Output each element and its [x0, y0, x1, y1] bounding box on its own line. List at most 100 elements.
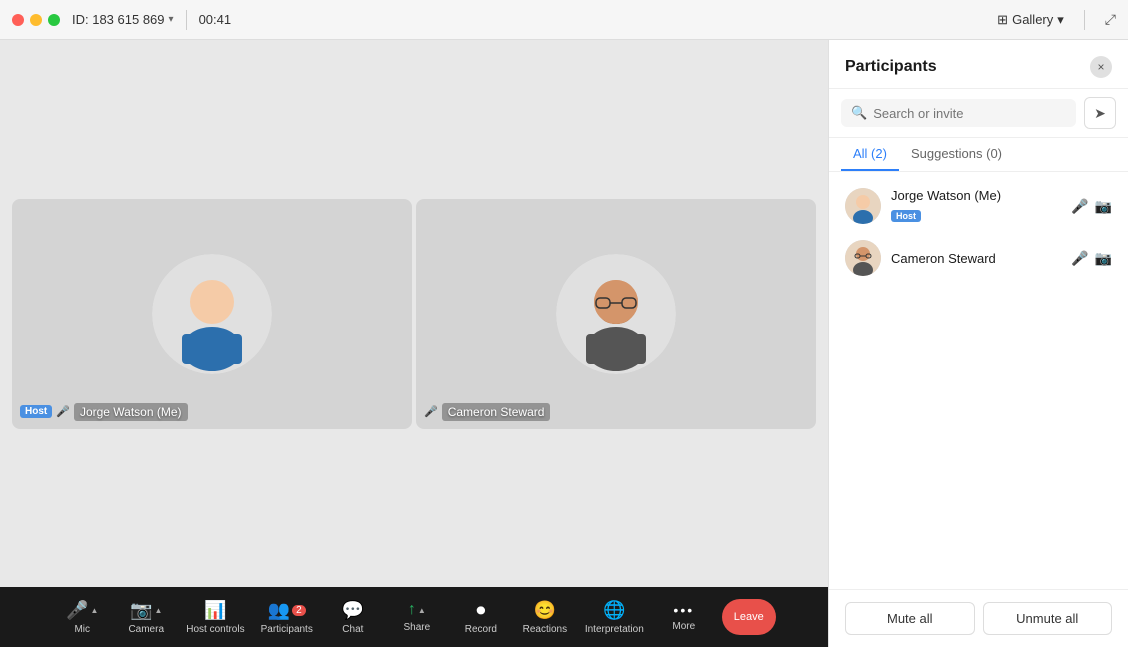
participant-info-jorge: Jorge Watson (Me) Host: [891, 188, 1061, 224]
share-arrow: ▲: [418, 606, 426, 615]
mute-audio-icon-cameron: 🎤: [1071, 250, 1088, 267]
mic-icon: 🎤: [66, 600, 88, 621]
minimize-traffic-light[interactable]: [30, 14, 42, 26]
chat-button[interactable]: 💬 Chat: [323, 592, 383, 642]
participants-panel: Participants × 🔍 ➤ All (2) Suggestions (…: [828, 40, 1128, 647]
record-label: Record: [465, 624, 497, 635]
titlebar: ID: 183 615 869 ▾ 00:41 ⊞ Gallery ▾ ⤢: [0, 0, 1128, 40]
mic-label: Mic: [74, 624, 90, 635]
panel-footer: Mute all Unmute all: [829, 589, 1128, 647]
video-area: Host 🎤 Jorge Watson (Me): [0, 40, 828, 647]
leave-label: Leave: [734, 611, 764, 623]
participants-list: Jorge Watson (Me) Host 🎤 📷: [829, 172, 1128, 589]
participant-icons-cameron: 🎤 📷: [1071, 250, 1112, 267]
avatar-jorge: [152, 254, 272, 374]
camera-icon: 📷: [130, 600, 152, 621]
leave-button[interactable]: Leave: [722, 599, 776, 635]
mute-icon-jorge: 🎤: [56, 405, 70, 418]
reactions-icon: 😊: [534, 600, 556, 621]
reactions-label: Reactions: [523, 624, 567, 635]
host-controls-label: Host controls: [186, 624, 244, 635]
more-label: More: [672, 621, 695, 632]
tile-label-cameron: 🎤 Cameron Steward: [424, 403, 550, 421]
main-container: Host 🎤 Jorge Watson (Me): [0, 40, 1128, 647]
mute-icon-cameron: 🎤: [424, 405, 438, 418]
expand-button[interactable]: ⤢: [1105, 11, 1116, 28]
reactions-button[interactable]: 😊 Reactions: [515, 592, 575, 642]
tabs-row: All (2) Suggestions (0): [829, 138, 1128, 172]
invite-icon: ➤: [1094, 105, 1106, 122]
panel-header: Participants ×: [829, 40, 1128, 89]
panel-title: Participants: [845, 58, 937, 76]
host-badge-jorge: Host: [20, 405, 52, 418]
video-tile-jorge: Host 🎤 Jorge Watson (Me): [12, 199, 412, 429]
interpretation-label: Interpretation: [585, 624, 644, 635]
search-icon: 🔍: [851, 105, 867, 121]
participants-icon: 👥: [268, 600, 290, 621]
unmute-all-button[interactable]: Unmute all: [983, 602, 1113, 635]
participants-button[interactable]: 👥 2 Participants: [255, 592, 319, 642]
tab-all-label: All (2): [853, 146, 887, 161]
avatar-cameron: [556, 254, 676, 374]
camera-arrow: ▲: [154, 606, 162, 615]
tab-suggestions[interactable]: Suggestions (0): [899, 138, 1014, 171]
gallery-grid-icon: ⊞: [997, 12, 1008, 28]
gallery-label: Gallery: [1012, 12, 1053, 27]
avatar-jorge-panel: [845, 188, 881, 224]
host-controls-button[interactable]: 📊 Host controls: [180, 592, 250, 642]
share-label: Share: [404, 622, 431, 633]
titlebar-divider: [186, 10, 187, 30]
tile-name-cameron: Cameron Steward: [442, 403, 551, 421]
close-traffic-light[interactable]: [12, 14, 24, 26]
close-panel-button[interactable]: ×: [1090, 56, 1112, 78]
meeting-timer: 00:41: [199, 12, 232, 27]
record-icon: ⏺: [476, 600, 485, 621]
maximize-traffic-light[interactable]: [48, 14, 60, 26]
gallery-view-button[interactable]: ⊞ Gallery ▾: [989, 8, 1072, 32]
share-icon: ↑: [408, 601, 416, 619]
invite-button[interactable]: ➤: [1084, 97, 1116, 129]
share-button[interactable]: ↑ ▲ Share: [387, 592, 447, 642]
video-tile-cameron: 🎤 Cameron Steward: [416, 199, 816, 429]
mic-arrow: ▲: [90, 606, 98, 615]
participant-item-cameron: Cameron Steward 🎤 📷: [829, 232, 1128, 284]
interpretation-icon: 🌐: [603, 600, 625, 621]
participant-item-jorge: Jorge Watson (Me) Host 🎤 📷: [829, 180, 1128, 232]
participant-info-cameron: Cameron Steward: [891, 251, 1061, 266]
tab-suggestions-label: Suggestions (0): [911, 146, 1002, 161]
chat-icon: 💬: [342, 600, 364, 621]
gallery-chevron-icon: ▾: [1057, 12, 1064, 28]
participants-label: Participants: [261, 624, 313, 635]
camera-label: Camera: [128, 624, 164, 635]
more-icon: •••: [673, 602, 694, 618]
mute-all-button[interactable]: Mute all: [845, 602, 975, 635]
participant-name-jorge: Jorge Watson (Me): [891, 188, 1001, 203]
search-input-wrap: 🔍: [841, 99, 1076, 127]
camera-button[interactable]: 📷 ▲ Camera: [116, 592, 176, 642]
tile-label-jorge: Host 🎤 Jorge Watson (Me): [20, 403, 188, 421]
tile-name-jorge: Jorge Watson (Me): [74, 403, 188, 421]
participant-icons-jorge: 🎤 📷: [1071, 198, 1112, 215]
mute-audio-icon-jorge: 🎤: [1071, 198, 1088, 215]
tab-all[interactable]: All (2): [841, 138, 899, 171]
search-input[interactable]: [873, 106, 1066, 121]
toolbar: 🎤 ▲ Mic 📷 ▲ Camera 📊 Host controls 👥: [0, 587, 828, 647]
mute-video-icon-cameron: 📷: [1095, 250, 1112, 267]
traffic-lights: [12, 14, 60, 26]
avatar-cameron-panel: [845, 240, 881, 276]
video-grid: Host 🎤 Jorge Watson (Me): [0, 40, 828, 587]
mute-video-icon-jorge: 📷: [1095, 198, 1112, 215]
more-button[interactable]: ••• More: [654, 592, 714, 642]
search-bar: 🔍 ➤: [829, 89, 1128, 138]
interpretation-button[interactable]: 🌐 Interpretation: [579, 592, 650, 642]
participants-badge: 2: [292, 605, 306, 616]
mic-button[interactable]: 🎤 ▲ Mic: [52, 592, 112, 642]
chat-label: Chat: [342, 624, 363, 635]
participant-name-cameron: Cameron Steward: [891, 251, 996, 266]
meeting-id-text: ID: 183 615 869: [72, 12, 165, 27]
titlebar-divider2: [1084, 10, 1085, 30]
meeting-id-chevron: ▾: [169, 14, 174, 25]
host-tag-jorge: Host: [891, 210, 921, 222]
meeting-id[interactable]: ID: 183 615 869 ▾: [72, 12, 174, 27]
record-button[interactable]: ⏺ Record: [451, 592, 511, 642]
